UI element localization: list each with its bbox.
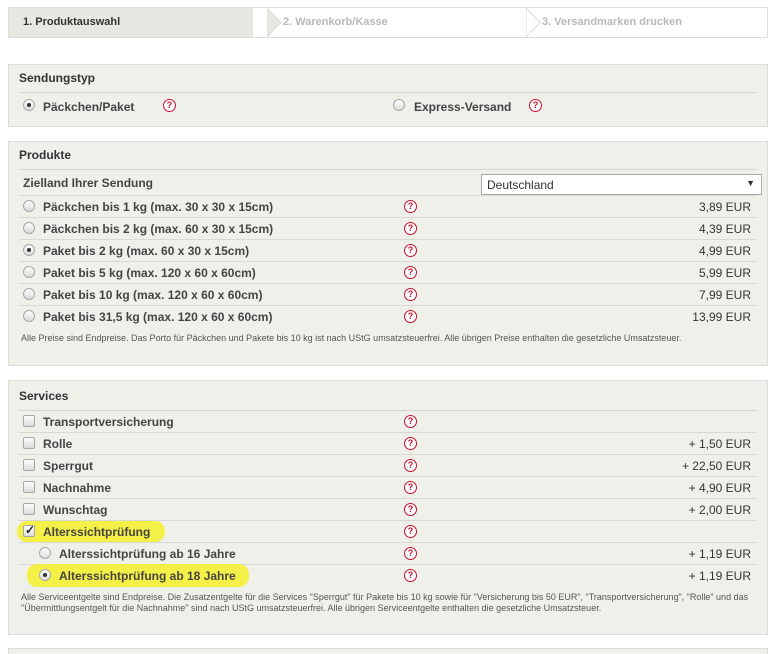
- service-label: Alterssichtprüfung: [43, 525, 151, 539]
- radio-paeckchen-paket[interactable]: [23, 99, 35, 111]
- help-icon[interactable]: ?: [529, 99, 542, 112]
- help-icon[interactable]: ?: [404, 437, 417, 450]
- help-icon[interactable]: ?: [404, 459, 417, 472]
- service-checkbox[interactable]: [23, 415, 35, 427]
- sendungstyp-row: Päckchen/Paket ? Express-Versand ?: [19, 93, 757, 119]
- product-label: Päckchen bis 2 kg (max. 60 x 30 x 15cm): [43, 222, 274, 236]
- help-icon[interactable]: ?: [404, 503, 417, 516]
- service-label: Transportversicherung: [43, 415, 174, 429]
- panel-title: Services: [19, 389, 69, 403]
- help-icon[interactable]: ?: [404, 200, 417, 213]
- service-checkbox[interactable]: [23, 437, 35, 449]
- help-icon[interactable]: ?: [404, 569, 417, 582]
- product-label: Paket bis 31,5 kg (max. 120 x 60 x 60cm): [43, 310, 273, 324]
- product-price: 7,99 EUR: [698, 288, 751, 302]
- product-label: Paket bis 2 kg (max. 60 x 30 x 15cm): [43, 244, 250, 258]
- zielland-select[interactable]: Deutschland ▼: [481, 174, 762, 195]
- service-price: + 4,90 EUR: [688, 481, 751, 495]
- service-row[interactable]: Rolle ? + 1,50 EUR: [19, 433, 757, 455]
- help-icon[interactable]: ?: [404, 481, 417, 494]
- service-row[interactable]: Nachnahme ? + 4,90 EUR: [19, 477, 757, 499]
- services-panel: Services Transportversicherung ? Rolle ?…: [8, 380, 768, 635]
- product-radio[interactable]: [23, 200, 35, 212]
- checkout-steps: 1. Produktauswahl 2. Warenkorb/Kasse 3. …: [8, 7, 768, 38]
- service-label: Nachnahme: [43, 481, 112, 495]
- step-label: 1. Produktauswahl: [23, 16, 121, 28]
- service-label: Wunschtag: [43, 503, 108, 517]
- help-icon[interactable]: ?: [404, 310, 417, 323]
- help-icon[interactable]: ?: [404, 266, 417, 279]
- service-price: + 1,50 EUR: [688, 437, 751, 451]
- zielland-value: Deutschland: [487, 178, 554, 192]
- product-row[interactable]: Paket bis 5 kg (max. 120 x 60 x 60cm) ? …: [19, 262, 757, 284]
- product-row[interactable]: Paket bis 2 kg (max. 60 x 30 x 15cm) ? 4…: [19, 240, 757, 262]
- panel-title: Produkte: [19, 148, 72, 162]
- product-radio[interactable]: [23, 244, 35, 256]
- product-label: Paket bis 5 kg (max. 120 x 60 x 60cm): [43, 266, 256, 280]
- step-versandmarken[interactable]: 3. Versandmarken drucken: [512, 8, 767, 37]
- step-label: 2. Warenkorb/Kasse: [283, 16, 388, 28]
- service-subrow[interactable]: Alterssichtprüfung ab 18 Jahre ? + 1,19 …: [19, 564, 757, 587]
- zielland-label: Zielland Ihrer Sendung: [23, 176, 154, 190]
- service-price: + 22,50 EUR: [681, 459, 751, 473]
- produkte-panel: Produkte Zielland Ihrer Sendung Deutschl…: [8, 141, 768, 366]
- panel-title: Sendungstyp: [19, 71, 96, 85]
- product-radio[interactable]: [23, 266, 35, 278]
- help-icon[interactable]: ?: [404, 415, 417, 428]
- age-radio[interactable]: [39, 547, 51, 559]
- sendungstyp-panel: Sendungstyp Päckchen/Paket ? Express-Ver…: [8, 64, 768, 127]
- service-checkbox[interactable]: [23, 459, 35, 471]
- age-label: Alterssichtprüfung ab 18 Jahre: [59, 569, 236, 583]
- product-row[interactable]: Paket bis 10 kg (max. 120 x 60 x 60cm) ?…: [19, 284, 757, 306]
- product-price: 3,89 EUR: [698, 200, 751, 214]
- product-price: 13,99 EUR: [692, 310, 751, 324]
- step-label: 3. Versandmarken drucken: [542, 16, 683, 28]
- age-price: + 1,19 EUR: [688, 569, 751, 583]
- step-warenkorb[interactable]: 2. Warenkorb/Kasse: [253, 8, 541, 37]
- product-radio[interactable]: [23, 222, 35, 234]
- service-label: Rolle: [43, 437, 73, 451]
- option-label: Express-Versand: [414, 100, 512, 114]
- option-label: Päckchen/Paket: [43, 100, 135, 114]
- product-label: Päckchen bis 1 kg (max. 30 x 30 x 15cm): [43, 200, 274, 214]
- help-icon[interactable]: ?: [404, 288, 417, 301]
- help-icon[interactable]: ?: [404, 222, 417, 235]
- product-price: 4,99 EUR: [698, 244, 751, 258]
- help-icon[interactable]: ?: [404, 525, 417, 538]
- service-checkbox[interactable]: [23, 523, 35, 537]
- product-radio[interactable]: [23, 310, 35, 322]
- step-produktauswahl[interactable]: 1. Produktauswahl: [9, 8, 282, 37]
- service-label: Sperrgut: [43, 459, 94, 473]
- product-radio[interactable]: [23, 288, 35, 300]
- zielland-row: Zielland Ihrer Sendung Deutschland ▼: [19, 170, 762, 196]
- produkte-note: Alle Preise sind Endpreise. Das Porto fü…: [21, 333, 682, 343]
- service-row[interactable]: Transportversicherung ?: [19, 411, 757, 433]
- service-row[interactable]: Wunschtag ? + 2,00 EUR: [19, 499, 757, 521]
- help-icon[interactable]: ?: [163, 99, 176, 112]
- product-price: 5,99 EUR: [698, 266, 751, 280]
- age-radio[interactable]: [39, 569, 51, 581]
- service-checkbox[interactable]: [23, 481, 35, 493]
- radio-express-versand[interactable]: [393, 99, 405, 111]
- help-icon[interactable]: ?: [404, 547, 417, 560]
- help-icon[interactable]: ?: [404, 244, 417, 257]
- services-note: Alle Serviceentgelte sind Endpreise. Die…: [21, 592, 749, 613]
- product-label: Paket bis 10 kg (max. 120 x 60 x 60cm): [43, 288, 263, 302]
- chevron-down-icon: ▼: [746, 178, 755, 188]
- product-row[interactable]: Paket bis 31,5 kg (max. 120 x 60 x 60cm)…: [19, 306, 757, 328]
- product-price: 4,39 EUR: [698, 222, 751, 236]
- product-row[interactable]: Päckchen bis 2 kg (max. 60 x 30 x 15cm) …: [19, 218, 757, 240]
- service-checkbox[interactable]: [23, 503, 35, 515]
- age-label: Alterssichtprüfung ab 16 Jahre: [59, 547, 236, 561]
- service-row[interactable]: Alterssichtprüfung ?: [17, 521, 757, 543]
- product-row[interactable]: Päckchen bis 1 kg (max. 30 x 30 x 15cm) …: [19, 196, 757, 218]
- service-subrow[interactable]: Alterssichtprüfung ab 16 Jahre ? + 1,19 …: [19, 543, 757, 565]
- service-price: + 2,00 EUR: [688, 503, 751, 517]
- age-price: + 1,19 EUR: [688, 547, 751, 561]
- next-panel: [8, 648, 768, 654]
- service-row[interactable]: Sperrgut ? + 22,50 EUR: [19, 455, 757, 477]
